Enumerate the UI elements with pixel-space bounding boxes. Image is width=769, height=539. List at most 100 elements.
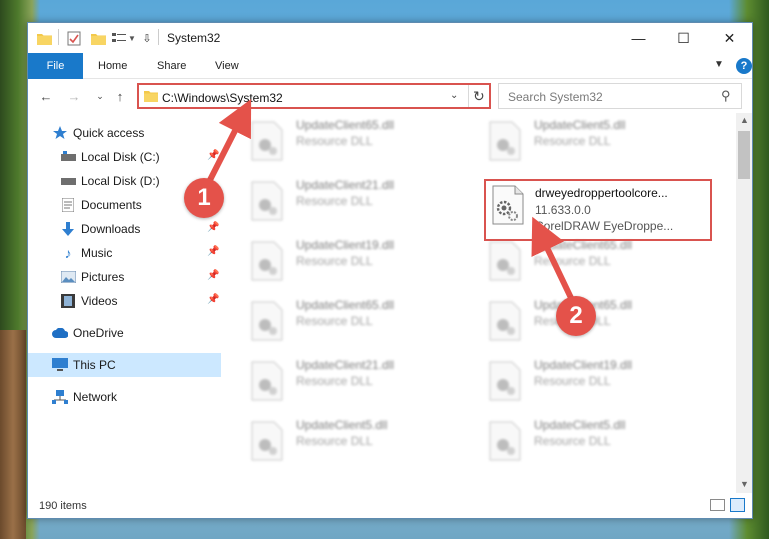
file-type: Resource DLL xyxy=(296,134,373,148)
scroll-down-icon[interactable]: ▼ xyxy=(740,479,749,489)
pin-icon: 📌 xyxy=(207,150,220,161)
sidebar-item-music[interactable]: ♪ Music 📌 xyxy=(28,241,221,265)
details-view-icon[interactable] xyxy=(710,499,725,511)
sidebar-item-label: OneDrive xyxy=(73,326,124,340)
tab-share[interactable]: Share xyxy=(157,53,186,79)
dll-file-icon xyxy=(489,361,521,401)
sidebar-item-videos[interactable]: Videos 📌 xyxy=(28,289,221,313)
dll-file-icon xyxy=(251,361,283,401)
qat-menu-icon[interactable]: ⇩ xyxy=(141,29,153,47)
pin-icon: 📌 xyxy=(207,222,220,233)
search-icon[interactable]: ⚲ xyxy=(721,88,731,104)
download-icon xyxy=(60,221,76,237)
divider xyxy=(158,29,159,45)
file-name: UpdateClient5.dll xyxy=(534,118,626,132)
file-item[interactable]: UpdateClient65.dll Resource DLL xyxy=(221,293,451,349)
address-bar[interactable]: C:\Windows\System32 ⌄ ↻ xyxy=(137,83,491,109)
expand-ribbon-icon[interactable]: ▼ xyxy=(714,59,724,70)
file-type: Resource DLL xyxy=(534,434,611,448)
help-icon[interactable]: ? xyxy=(736,58,752,74)
chevron-down-icon[interactable]: ⌄ xyxy=(450,90,458,101)
sidebar-item-onedrive[interactable]: OneDrive xyxy=(28,321,221,345)
file-type: Resource DLL xyxy=(296,314,373,328)
sidebar-item-quick-access[interactable]: Quick access xyxy=(28,121,221,145)
cloud-icon xyxy=(52,325,68,341)
file-name: UpdateClient5.dll xyxy=(296,418,388,432)
dll-file-icon xyxy=(251,241,283,281)
file-item[interactable]: UpdateClient65.dll Resource DLL xyxy=(221,113,451,169)
navigation-pane: Quick access Local Disk (C:) 📌 Local Dis… xyxy=(28,113,221,493)
vertical-scrollbar[interactable]: ▲ ▼ xyxy=(736,113,752,493)
large-icons-view-icon[interactable] xyxy=(730,498,745,512)
file-item[interactable]: UpdateClient21.dll Resource DLL xyxy=(221,353,451,409)
back-arrow-icon[interactable]: ← xyxy=(37,87,55,105)
sidebar-item-label: Local Disk (D:) xyxy=(81,174,160,188)
file-item[interactable]: UpdateClient21.dll Resource DLL xyxy=(221,173,451,229)
file-name: UpdateClient19.dll xyxy=(296,238,395,252)
search-input[interactable]: Search System32 xyxy=(508,90,603,104)
sidebar-item-network[interactable]: Network xyxy=(28,385,221,409)
file-item[interactable]: UpdateClient5.dll Resource DLL xyxy=(459,413,689,469)
videos-icon xyxy=(60,293,76,309)
sidebar-item-this-pc[interactable]: This PC xyxy=(28,353,221,377)
file-item[interactable]: UpdateClient5.dll Resource DLL xyxy=(221,413,451,469)
dropdown-arrow-icon[interactable]: ▼ xyxy=(127,29,137,47)
navigation-bar: ← → ⌄ ↑ C:\Windows\System32 ⌄ ↻ Search S… xyxy=(28,79,752,113)
sidebar-item-label: Network xyxy=(73,390,118,404)
wallpaper-trunk xyxy=(0,330,26,539)
sidebar-item-pictures[interactable]: Pictures 📌 xyxy=(28,265,221,289)
tab-view[interactable]: View xyxy=(215,53,239,79)
file-name: UpdateClient21.dll xyxy=(296,358,395,372)
dll-file-icon xyxy=(251,421,283,461)
maximize-button[interactable]: ☐ xyxy=(661,23,706,53)
highlight-box xyxy=(484,179,712,241)
file-type: Resource DLL xyxy=(296,374,373,388)
file-item[interactable]: UpdateClient19.dll Resource DLL xyxy=(221,233,451,289)
documents-icon xyxy=(60,197,76,213)
sidebar-item-local-disk-c[interactable]: Local Disk (C:) 📌 xyxy=(28,145,221,169)
customize-toolbar-icon[interactable] xyxy=(111,29,127,47)
file-list: UpdateClient65.dll Resource DLL UpdateCl… xyxy=(221,113,736,493)
step-2-badge: 2 xyxy=(556,296,596,336)
forward-arrow-icon[interactable]: → xyxy=(65,87,83,105)
scroll-thumb[interactable] xyxy=(738,131,750,179)
recent-locations-icon[interactable]: ⌄ xyxy=(91,87,109,105)
refresh-icon[interactable]: ↻ xyxy=(473,88,485,105)
new-folder-icon[interactable] xyxy=(90,29,106,47)
folder-icon xyxy=(144,90,158,105)
sidebar-item-label: Pictures xyxy=(81,270,125,284)
file-type: Resource DLL xyxy=(296,194,373,208)
sidebar-item-label: Music xyxy=(81,246,113,260)
dll-file-icon xyxy=(251,301,283,341)
sidebar-item-downloads[interactable]: Downloads 📌 xyxy=(28,217,221,241)
ribbon: File Home Share View ▼ ? xyxy=(28,53,752,79)
drive-icon xyxy=(60,173,76,189)
file-item[interactable]: UpdateClient65.dll Resource DLL xyxy=(459,233,689,289)
scroll-up-icon[interactable]: ▲ xyxy=(740,115,749,125)
address-path[interactable]: C:\Windows\System32 xyxy=(162,91,283,105)
up-arrow-icon[interactable]: ↑ xyxy=(111,87,129,105)
search-box[interactable]: Search System32 ⚲ xyxy=(498,83,742,109)
file-type: Resource DLL xyxy=(534,254,611,268)
pin-icon: 📌 xyxy=(207,294,220,305)
file-item[interactable]: UpdateClient5.dll Resource DLL xyxy=(459,113,689,169)
file-name: UpdateClient21.dll xyxy=(296,178,395,192)
file-type: Resource DLL xyxy=(534,374,611,388)
minimize-button[interactable]: — xyxy=(616,23,661,53)
dll-file-icon xyxy=(489,121,521,161)
file-item[interactable]: UpdateClient19.dll Resource DLL xyxy=(459,353,689,409)
close-button[interactable]: ✕ xyxy=(707,23,752,53)
explorer-window: ▼ ⇩ System32 — ☐ ✕ File Home Share View … xyxy=(27,22,753,519)
sidebar-item-label: Videos xyxy=(81,294,118,308)
divider xyxy=(58,29,60,45)
divider xyxy=(468,85,469,107)
properties-icon[interactable] xyxy=(66,29,82,47)
tab-home[interactable]: Home xyxy=(98,53,127,79)
tab-file[interactable]: File xyxy=(28,53,83,79)
title-bar: ▼ ⇩ System32 — ☐ ✕ xyxy=(28,23,752,53)
sidebar-item-label: Local Disk (C:) xyxy=(81,150,160,164)
computer-icon xyxy=(52,357,68,373)
dll-file-icon xyxy=(489,301,521,341)
sidebar-item-label: Downloads xyxy=(81,222,141,236)
pin-icon: 📌 xyxy=(207,270,220,281)
